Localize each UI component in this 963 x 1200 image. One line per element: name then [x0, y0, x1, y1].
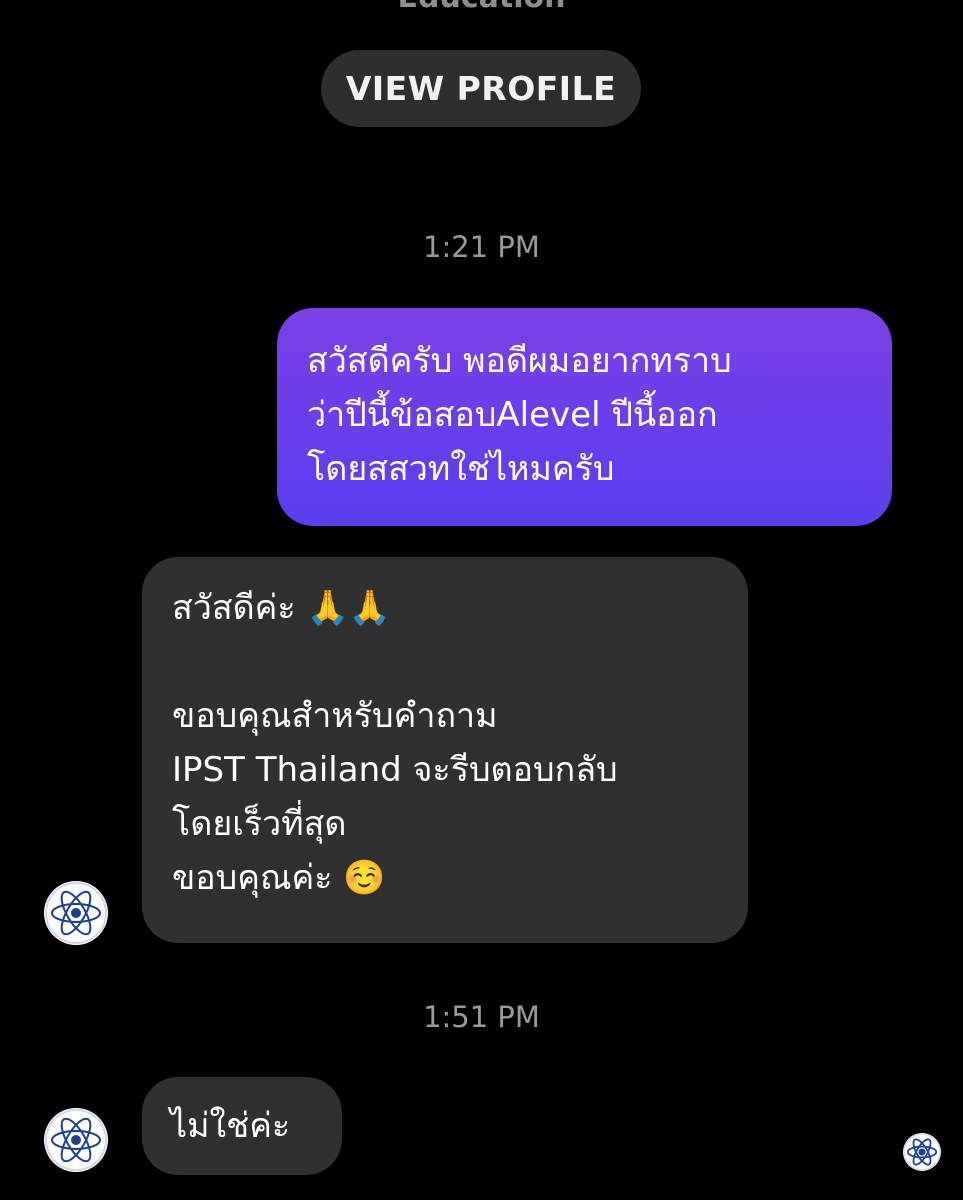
message-line: สวัสดีค่ะ 🙏🙏: [172, 588, 392, 628]
ipst-logo-seen-icon: [903, 1133, 941, 1171]
ipst-logo-avatar-icon[interactable]: [44, 1108, 108, 1172]
message-timestamp: 1:51 PM: [423, 1000, 540, 1034]
message-line: ไม่ใช่ค่ะ: [170, 1106, 291, 1146]
message-line: ขอบคุณค่ะ ☺️: [172, 858, 386, 898]
ipst-logo-avatar-icon[interactable]: [44, 881, 108, 945]
message-line: ขอบคุณสำหรับคำถาม: [172, 696, 498, 736]
message-line: IPST Thailand จะรีบตอบกลับ: [172, 750, 618, 790]
incoming-message-bubble[interactable]: ไม่ใช่ค่ะ: [142, 1077, 342, 1175]
view-profile-button[interactable]: VIEW PROFILE: [321, 50, 641, 127]
message-line: โดยสสวทใช่ไหมครับ: [307, 449, 615, 489]
profile-subtitle: Education: [0, 0, 963, 15]
message-line: สวัสดีครับ พอดีผมอยากทราบ: [307, 341, 732, 381]
outgoing-message-bubble[interactable]: สวัสดีครับ พอดีผมอยากทราบ ว่าปีนี้ข้อสอบ…: [277, 308, 892, 526]
message-timestamp: 1:21 PM: [423, 230, 540, 264]
incoming-message-bubble[interactable]: สวัสดีค่ะ 🙏🙏 ขอบคุณสำหรับคำถาม IPST Thai…: [142, 557, 748, 943]
message-line: ว่าปีนี้ข้อสอบAlevel ปีนี้ออก: [307, 395, 718, 435]
message-line: โดยเร็วที่สุด: [172, 804, 347, 844]
